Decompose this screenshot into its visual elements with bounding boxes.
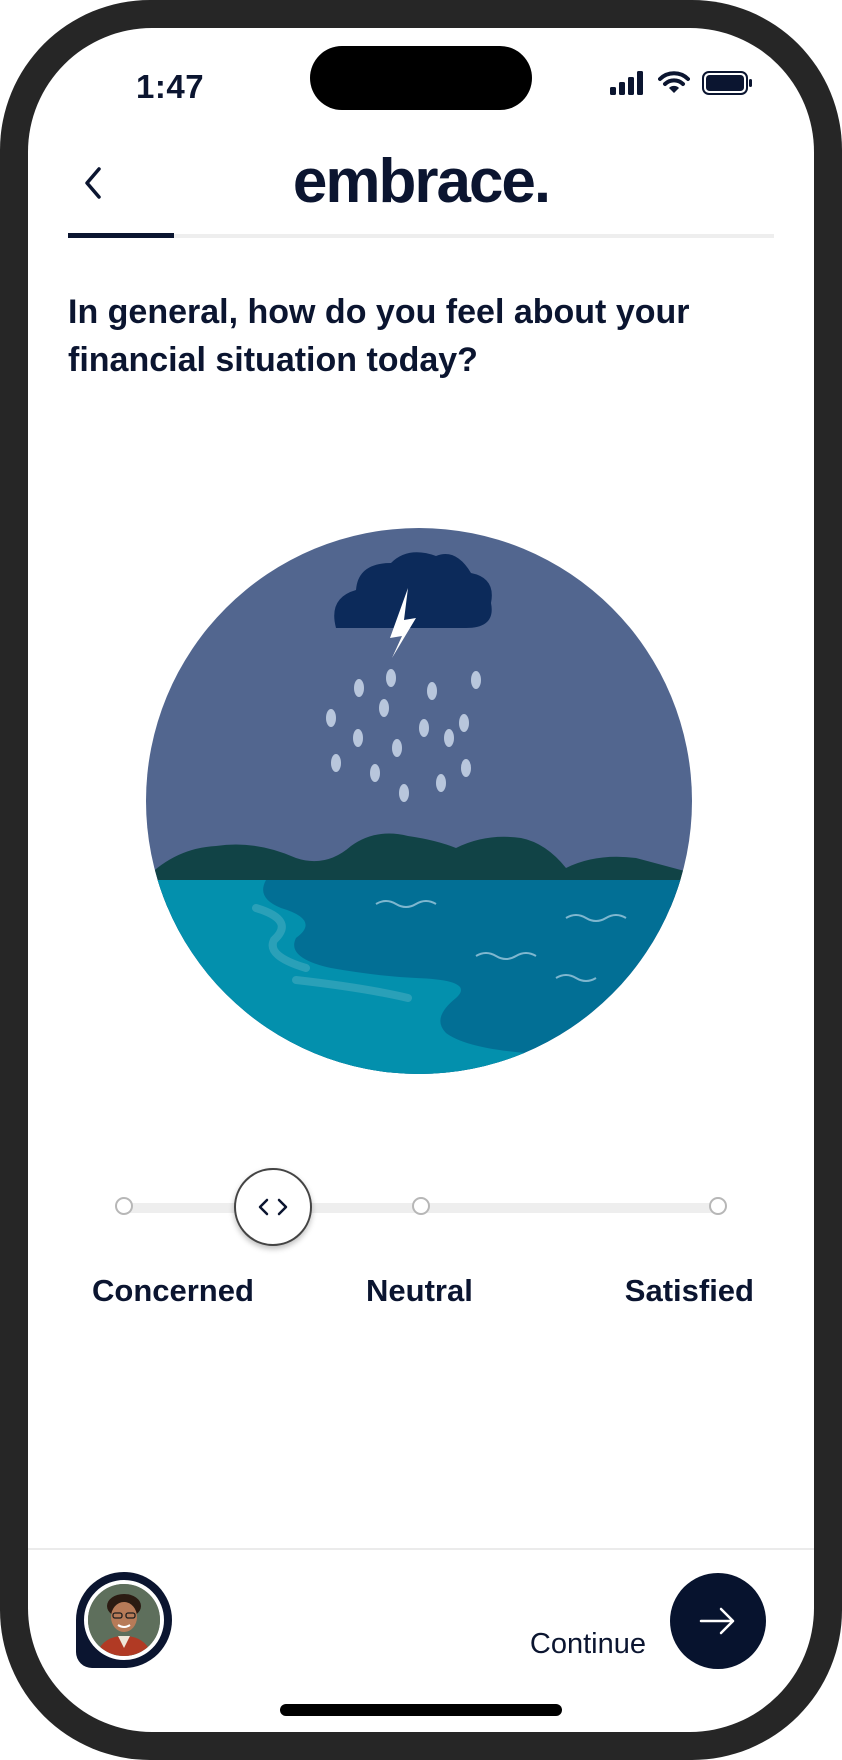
signal-icon [610,71,643,95]
phone-frame: 1:47 embrace. In general, how do you fee… [0,0,842,1760]
dynamic-island [310,46,532,110]
advisor-avatar [84,1580,164,1660]
battery-icon [702,71,752,95]
label-concerned[interactable]: Concerned [92,1273,254,1309]
screen: 1:47 embrace. In general, how do you fee… [28,28,814,1732]
arrow-right-icon [699,1607,735,1635]
mood-slider[interactable] [78,1163,768,1253]
slider-stop-satisfied[interactable] [709,1197,727,1215]
continue-button[interactable] [670,1573,766,1669]
app-logo: embrace. [292,147,551,216]
question-text: In general, how do you feel about your f… [68,293,690,379]
slider-labels: Concerned Neutral Satisfied [28,1273,814,1323]
status-time: 1:47 [136,68,205,105]
storm-illustration [146,528,692,1074]
slider-stop-neutral[interactable] [412,1197,430,1215]
slider-thumb[interactable] [233,1168,312,1246]
advisor-avatar-button[interactable] [76,1572,172,1668]
label-satisfied[interactable]: Satisfied [625,1273,754,1309]
slider-stop-concerned[interactable] [115,1197,133,1215]
continue-label[interactable]: Continue [530,1628,646,1661]
chevron-left-right-icon [258,1198,287,1216]
label-neutral[interactable]: Neutral [366,1273,473,1309]
progress-fill [68,233,174,238]
wifi-icon [658,71,690,93]
status-icons [610,71,754,95]
footer-divider [28,1548,814,1550]
home-indicator [280,1704,562,1716]
